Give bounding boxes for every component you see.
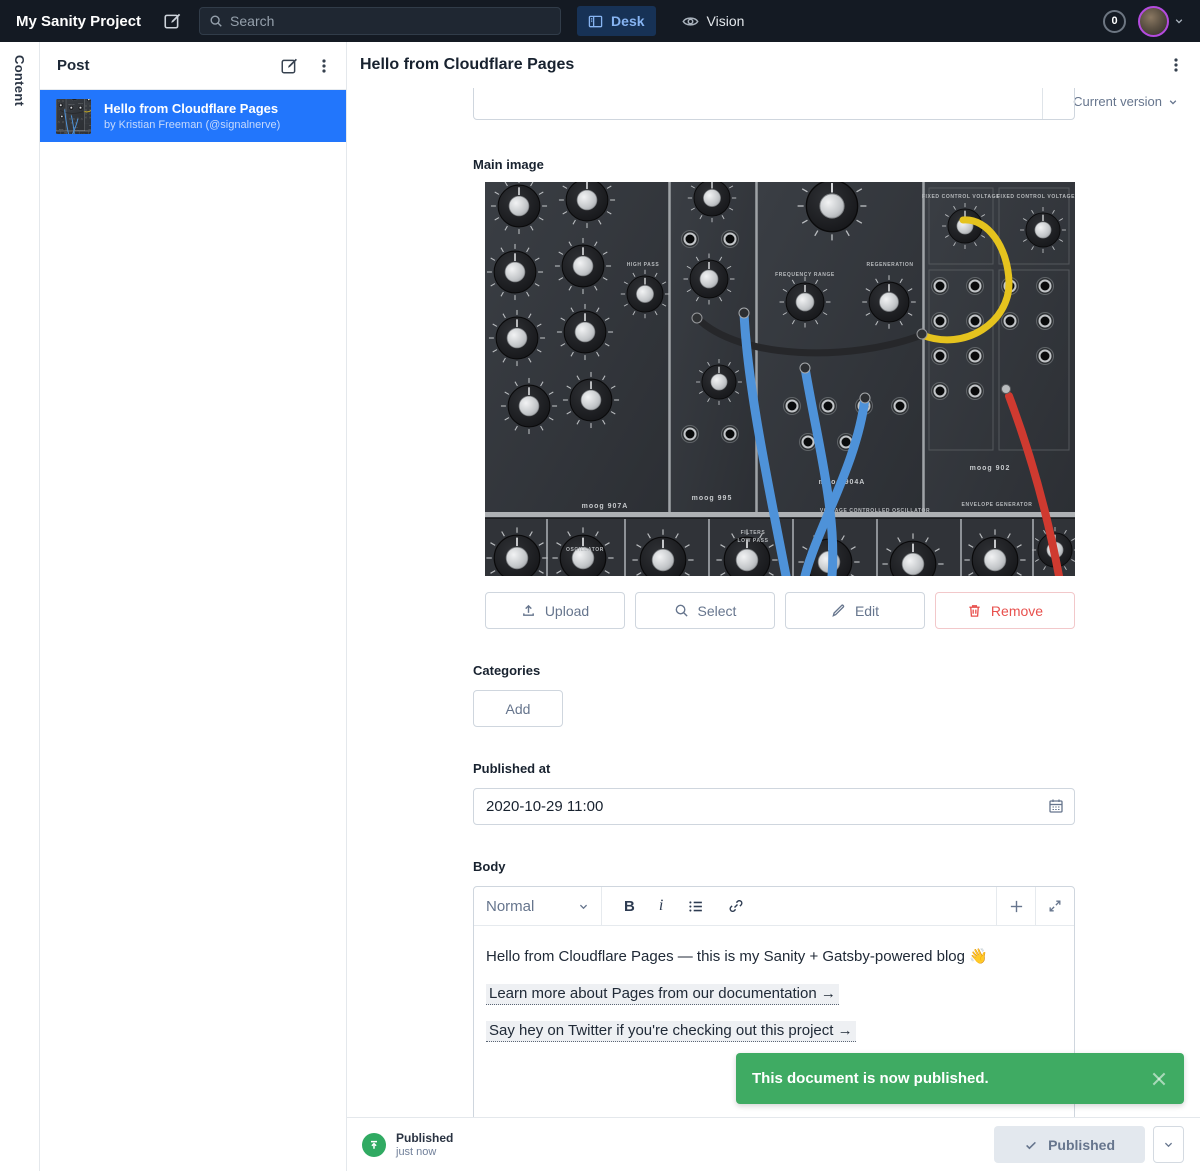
project-title: My Sanity Project [16, 13, 141, 30]
version-selector[interactable]: Current version [1073, 94, 1178, 109]
published-at-field [473, 788, 1075, 825]
eye-icon [682, 13, 699, 30]
toast-message: This document is now published. [752, 1070, 989, 1087]
publish-button[interactable]: Published [994, 1126, 1145, 1163]
version-label: Current version [1073, 94, 1162, 109]
plus-icon [1009, 899, 1024, 914]
bold-button[interactable]: B [624, 898, 635, 915]
slug-input[interactable] [473, 88, 1075, 120]
published-at-label: Published at [473, 761, 1075, 777]
list-item-subtitle: by Kristian Freeman (@signalnerve) [104, 119, 280, 131]
body-label: Body [473, 859, 1075, 875]
list-item-thumbnail [56, 99, 91, 134]
expand-icon [1048, 899, 1062, 913]
select-button[interactable]: Select [635, 592, 775, 629]
chevron-down-icon [1163, 1139, 1174, 1150]
document-title: Hello from Cloudflare Pages [360, 56, 1168, 74]
document-list-pane: Post Hello from Cloudflare Pages by Kris… [40, 42, 347, 1171]
document-form: Current version Main image [347, 88, 1200, 1117]
published-toast: This document is now published. [736, 1053, 1184, 1104]
top-navbar: My Sanity Project Desk Vision 0 [0, 0, 1200, 42]
trash-icon [967, 603, 982, 618]
content-rail[interactable]: Content [0, 42, 40, 1171]
publish-menu-button[interactable] [1153, 1126, 1184, 1163]
bullet-list-icon[interactable] [687, 898, 704, 915]
list-pane-header: Post [40, 42, 346, 90]
pencil-icon [831, 603, 846, 618]
slug-field-partial [473, 88, 1075, 122]
published-at-input[interactable] [473, 788, 1075, 825]
remove-button[interactable]: Remove [935, 592, 1075, 629]
document-header: Hello from Cloudflare Pages [347, 42, 1200, 88]
link-icon[interactable] [728, 898, 744, 914]
tab-desk-label: Desk [611, 13, 644, 29]
add-category-button[interactable]: Add [473, 690, 563, 727]
notification-badge[interactable]: 0 [1103, 10, 1126, 33]
search-icon [674, 603, 689, 618]
categories-label: Categories [473, 663, 1075, 679]
close-icon[interactable] [1150, 1070, 1168, 1088]
editor-toolbar: Normal B i [474, 887, 1074, 926]
search-input[interactable] [199, 7, 561, 35]
tab-vision[interactable]: Vision [682, 13, 745, 30]
search-icon [209, 14, 223, 28]
body-link-twitter[interactable]: Say hey on Twitter if you're checking ou… [486, 1021, 856, 1042]
italic-button[interactable]: i [659, 897, 663, 915]
chevron-down-icon [578, 901, 589, 912]
list-menu-kebab-icon[interactable] [316, 58, 332, 74]
style-select[interactable]: Normal [474, 887, 602, 925]
avatar[interactable] [1138, 6, 1169, 37]
style-select-value: Normal [486, 898, 534, 915]
upload-button[interactable]: Upload [485, 592, 625, 629]
compose-icon[interactable] [163, 12, 181, 30]
new-document-icon[interactable] [280, 57, 298, 75]
list-item-post[interactable]: Hello from Cloudflare Pages by Kristian … [40, 90, 346, 142]
tab-vision-label: Vision [707, 13, 745, 29]
list-item-title: Hello from Cloudflare Pages [104, 101, 280, 118]
upload-icon [521, 603, 536, 618]
body-paragraph: Hello from Cloudflare Pages — this is my… [486, 947, 1062, 967]
document-menu-kebab-icon[interactable] [1168, 57, 1184, 73]
footer-status: Published [396, 1131, 453, 1145]
edit-button[interactable]: Edit [785, 592, 925, 629]
insert-block-button[interactable] [996, 887, 1035, 925]
document-footer: Published just now Published [347, 1117, 1200, 1171]
search-field[interactable] [230, 13, 551, 29]
footer-time: just now [396, 1146, 453, 1158]
chevron-down-icon[interactable] [1174, 16, 1184, 26]
fullscreen-button[interactable] [1035, 887, 1074, 925]
desk-panels-icon [588, 14, 603, 29]
main-image-preview [485, 182, 1075, 576]
check-icon [1024, 1138, 1038, 1152]
synthesizer-photo [485, 182, 1075, 576]
body-link-documentation[interactable]: Learn more about Pages from our document… [486, 984, 839, 1005]
chevron-down-icon [1168, 97, 1178, 107]
tab-desk[interactable]: Desk [577, 6, 655, 36]
main-image-label: Main image [473, 157, 1075, 173]
publish-status-icon [362, 1133, 386, 1157]
list-pane-title: Post [57, 57, 280, 74]
document-pane: Hello from Cloudflare Pages Current vers… [347, 42, 1200, 1171]
calendar-icon[interactable] [1048, 798, 1064, 814]
content-rail-label: Content [12, 55, 27, 1171]
